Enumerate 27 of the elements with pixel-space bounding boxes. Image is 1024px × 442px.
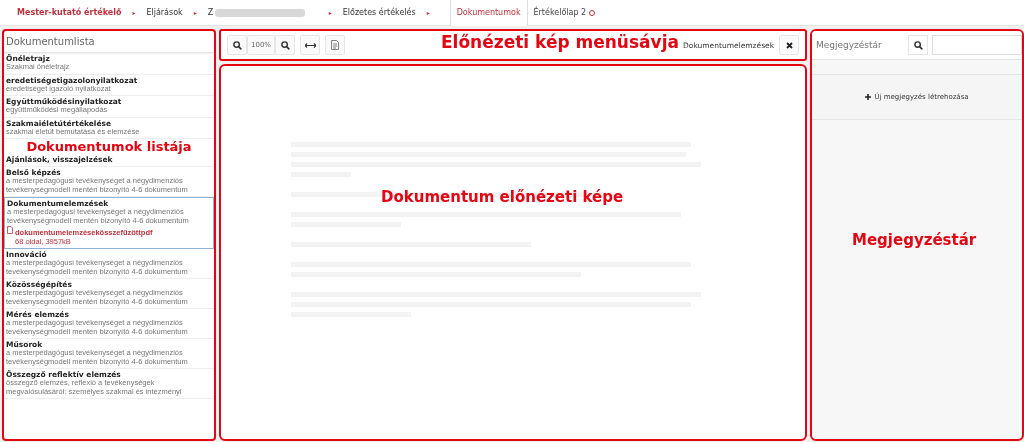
fit-width-button[interactable] (300, 35, 320, 55)
plus-icon (865, 94, 872, 100)
breadcrumb-link[interactable]: Előzetes értékelés (337, 8, 421, 17)
annotation-label: Előnézeti kép menüsávja (441, 34, 679, 52)
close-button[interactable] (779, 35, 799, 55)
breadcrumb-link[interactable]: Eljárások (141, 8, 188, 17)
panel-title: Megjegyzéstár (816, 40, 883, 50)
zoom-out-button[interactable] (227, 35, 247, 55)
breadcrumb-link[interactable]: Mester-kutató értékelő (12, 8, 127, 17)
close-icon (785, 41, 793, 49)
zoom-in-icon (280, 40, 290, 50)
zoom-out-icon (232, 40, 242, 50)
search-icon (913, 40, 923, 50)
document-icon (331, 40, 339, 50)
breadcrumb-link[interactable]: Z (207, 8, 214, 17)
annotation-label: Dokumentumok listája (25, 139, 193, 154)
annotation-label: Megjegyzéstár (852, 233, 977, 249)
zoom-in-button[interactable] (275, 35, 295, 55)
search-field[interactable] (932, 35, 1022, 55)
search-button[interactable] (908, 35, 928, 55)
double-arrow-icon (304, 42, 316, 48)
annotation-label: Dokumentum előnézeti képe (381, 190, 624, 206)
panel-title: Dokumentumlista (4, 31, 214, 53)
document-view-button[interactable] (325, 35, 345, 55)
file-icon (7, 226, 13, 234)
tab[interactable]: Dokumentumok (449, 0, 527, 26)
tab[interactable]: Értékelőlap 2 (526, 0, 602, 26)
